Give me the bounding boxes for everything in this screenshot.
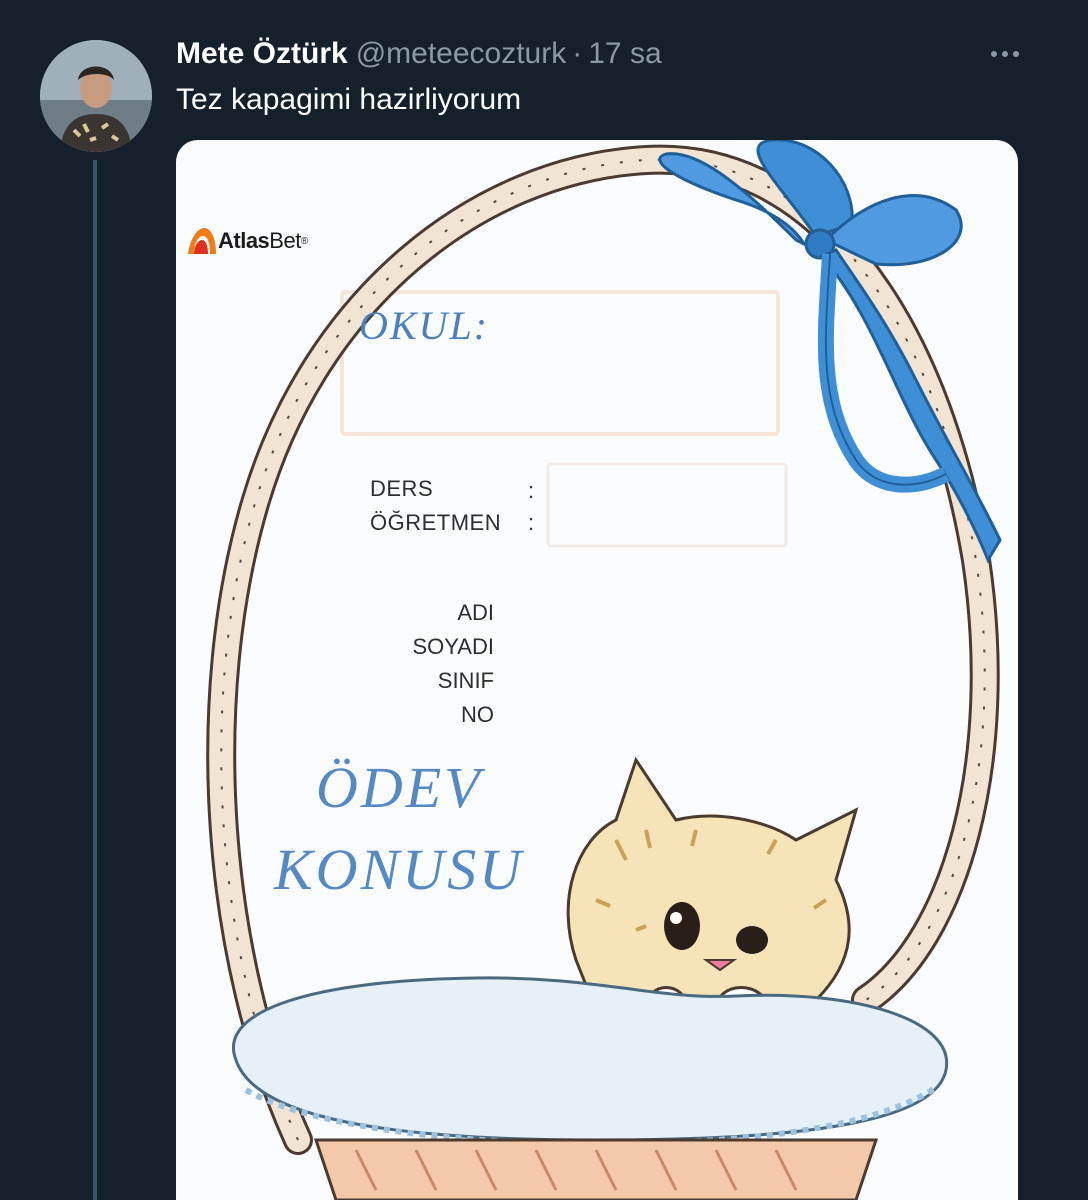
brand-light: Bet [269,228,301,253]
timestamp[interactable]: 17 sa [588,37,661,70]
homework-title-line2: KONUSU [274,837,525,902]
more-dot [1002,51,1008,57]
thread-line [93,160,97,1200]
course-colon: : [528,478,535,503]
avatar[interactable] [40,40,152,152]
separator: · [572,37,583,70]
registered-mark: ® [300,235,309,247]
school-label: OKUL: [359,303,490,348]
handle[interactable]: @meteecozturk [356,37,567,70]
tweet-header: Mete Öztürk @meteecozturk · 17 sa [176,36,662,72]
homework-title-line1: ÖDEV [316,755,483,820]
name-label: ADI [457,600,494,625]
profile-photo-icon [40,40,152,152]
class-label: SINIF [437,668,494,693]
course-label: DERS [370,476,434,501]
surname-label: SOYADI [412,634,494,659]
teacher-label: ÖĞRETMEN [370,510,502,535]
brand-bold: Atlas [218,228,270,253]
more-dot [991,51,997,57]
atlasbet-logo-icon [188,228,216,254]
tweet-page: Mete Öztürk @meteecozturk · 17 sa Tez kapag… [0,0,1088,1200]
more-dot [1013,51,1019,57]
number-label: NO [461,702,494,727]
watermark-logo: Atlas Bet ® [186,226,308,256]
tweet-media-image[interactable]: Atlas Bet ® OKUL: DERS : ÖĞRETMEN : ADI SO… [176,140,1018,1200]
display-name[interactable]: Mete Öztürk [176,37,348,70]
tweet-text: Tez kapagimi hazirliyorum [176,83,522,116]
more-horizontal-icon[interactable] [980,40,1030,68]
teacher-colon: : [528,510,535,535]
